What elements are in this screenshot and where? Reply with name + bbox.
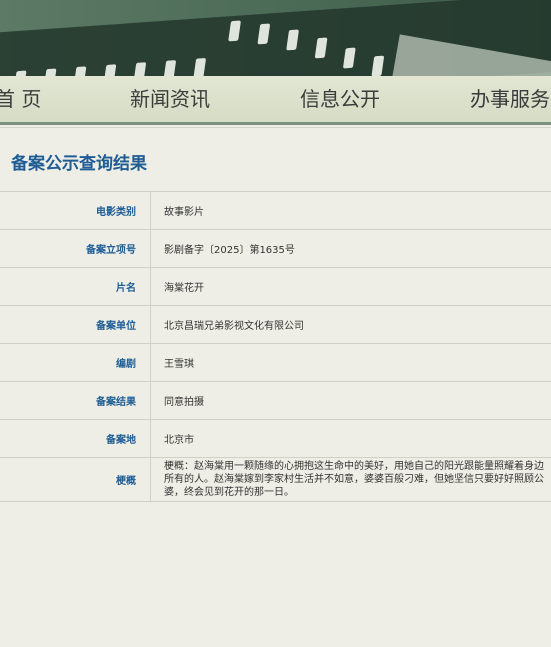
row-value: 影剧备字〔2025〕第1635号 (150, 229, 551, 268)
table-row: 梗概 梗概：赵海棠用一颗随缘的心拥抱这生命中的美好，用她自己的阳光跟能量照耀着身… (0, 457, 551, 502)
main-nav: 首 页 新闻资讯 信息公开 办事服务 (0, 76, 551, 125)
row-label: 备案立项号 (0, 229, 151, 268)
film-strip-graphic (0, 0, 551, 76)
synopsis-text: 梗概：赵海棠用一颗随缘的心拥抱这生命中的美好，用她自己的阳光跟能量照耀着身边所有… (150, 457, 551, 502)
table-row: 电影类别 故事影片 (0, 192, 551, 230)
nav-item-home[interactable]: 首 页 (0, 76, 41, 122)
row-label: 电影类别 (0, 192, 151, 230)
nav-item-services[interactable]: 办事服务 (470, 76, 550, 122)
nav-item-public-info[interactable]: 信息公开 (300, 76, 380, 122)
table-row: 备案结果 同意拍摄 (0, 381, 551, 420)
row-label: 备案地 (0, 419, 151, 458)
row-value: 北京市 (150, 419, 551, 458)
row-value: 故事影片 (150, 192, 551, 230)
nav-item-news[interactable]: 新闻资讯 (130, 76, 210, 122)
row-label: 片名 (0, 267, 151, 306)
table-row: 备案立项号 影剧备字〔2025〕第1635号 (0, 229, 551, 268)
table-row: 片名 海棠花开 (0, 267, 551, 306)
row-value: 海棠花开 (150, 267, 551, 306)
table-row: 编剧 王雪琪 (0, 343, 551, 382)
result-panel: 备案公示查询结果 电影类别 故事影片 备案立项号 影剧备字〔2025〕第1635… (0, 127, 551, 502)
table-row: 备案单位 北京昌瑞兄弟影视文化有限公司 (0, 305, 551, 344)
page-title: 备案公示查询结果 (0, 128, 551, 192)
header-banner (0, 0, 551, 76)
row-value: 王雪琪 (150, 343, 551, 382)
row-value: 北京昌瑞兄弟影视文化有限公司 (150, 305, 551, 344)
row-label: 梗概 (0, 457, 151, 502)
row-value: 同意拍摄 (150, 381, 551, 420)
row-label: 备案结果 (0, 381, 151, 420)
result-table: 电影类别 故事影片 备案立项号 影剧备字〔2025〕第1635号 片名 海棠花开… (0, 192, 551, 502)
row-label: 编剧 (0, 343, 151, 382)
row-label: 备案单位 (0, 305, 151, 344)
table-row: 备案地 北京市 (0, 419, 551, 458)
